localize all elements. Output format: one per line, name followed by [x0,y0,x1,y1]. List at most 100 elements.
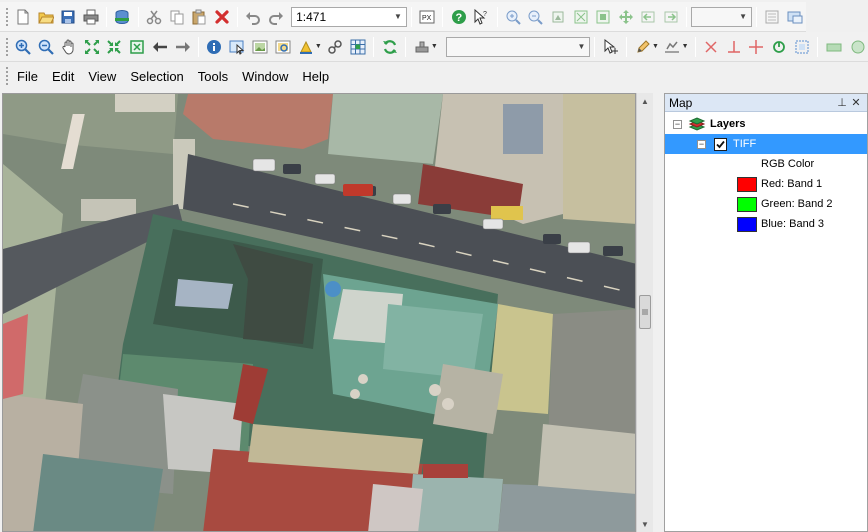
zoom-in-icon[interactable] [12,36,34,58]
panel-title: Map [669,95,693,110]
sketch-icon[interactable] [661,36,683,58]
crosshair-icon[interactable] [746,36,768,58]
copy-icon[interactable] [166,6,188,28]
map-vertical-scrollbar[interactable]: ▲ ▼ [636,93,653,532]
identify-icon[interactable] [204,36,226,58]
full-extent-icon[interactable] [81,36,103,58]
cut-icon[interactable] [143,6,165,28]
rotate-icon[interactable] [768,36,790,58]
band-row-red[interactable]: Red: Band 1 [665,174,867,194]
menu-window[interactable]: Window [235,69,295,84]
menu-selection[interactable]: Selection [123,69,190,84]
scroll-thumb[interactable] [639,295,651,329]
sketch-dropdown-chevron-icon[interactable]: ▼ [682,43,689,50]
link-icon[interactable] [324,36,346,58]
zoom-window-icon[interactable] [126,36,148,58]
fill-icon[interactable] [295,36,317,58]
close-icon[interactable]: ✕ [849,96,863,109]
save-icon[interactable] [58,6,80,28]
pin-icon[interactable]: ⊥ [835,96,849,109]
print-icon[interactable] [80,6,102,28]
zoom-selected-icon[interactable] [592,6,614,28]
band-label: Green: Band 2 [761,198,833,210]
separator [817,36,819,57]
select-features-icon[interactable] [226,36,248,58]
scroll-down-icon[interactable]: ▼ [637,516,653,532]
zoom-full-icon[interactable] [570,6,592,28]
forward-arrow-icon[interactable] [172,36,194,58]
previous-extent-icon[interactable] [637,6,659,28]
band-row-green[interactable]: Green: Band 2 [665,194,867,214]
menu-file[interactable]: File [10,69,45,84]
toolbar-grip[interactable] [5,36,9,57]
zoom-in-fixed-icon[interactable] [502,6,524,28]
layer-row-tiff[interactable]: − TIFF [665,134,867,154]
grid-icon[interactable] [347,36,369,58]
collapse-icon[interactable]: − [673,119,682,129]
undo-icon[interactable] [242,6,264,28]
zoom-out-fixed-icon[interactable] [525,6,547,28]
display-combobox[interactable]: ▼ [691,6,753,27]
stamp-icon[interactable] [411,36,433,58]
menu-view[interactable]: View [81,69,123,84]
separator [106,6,108,27]
overview-icon[interactable] [784,6,806,28]
chevron-down-icon[interactable]: ▼ [739,12,747,21]
target-layer-combobox[interactable]: ▼ [445,36,591,57]
zoom-extent-icon[interactable] [104,36,126,58]
layer-icon[interactable] [823,36,845,58]
aerial-image [3,94,635,531]
pan-center-icon[interactable] [615,6,637,28]
layer-name: TIFF [733,138,757,150]
separator [686,6,688,27]
pencil-dropdown-chevron-icon[interactable]: ▼ [652,43,659,50]
image-icon[interactable] [249,36,271,58]
extent-box-icon[interactable] [791,36,813,58]
chevron-down-icon[interactable]: ▼ [577,42,585,51]
toolbar-grip[interactable] [5,6,9,27]
help-icon[interactable]: ? [448,6,470,28]
tree-root-layers[interactable]: − Layers [665,114,867,134]
map-canvas[interactable] [2,93,636,532]
display-icon[interactable] [762,6,784,28]
scale-combobox[interactable]: 1:471 ▼ [291,6,407,27]
stamp-dropdown-chevron-icon[interactable]: ▼ [431,43,438,50]
pan-hand-icon[interactable] [58,36,80,58]
separator [594,36,596,57]
paste-icon[interactable] [188,6,210,28]
open-folder-icon[interactable] [35,6,57,28]
layer-visibility-checkbox[interactable] [714,137,727,151]
vertex-edit-icon[interactable] [600,36,622,58]
band-row-blue[interactable]: Blue: Band 3 [665,214,867,234]
cross-icon[interactable] [700,36,722,58]
new-file-icon[interactable] [12,6,34,28]
refresh-icon[interactable] [379,36,401,58]
menu-edit[interactable]: Edit [45,69,81,84]
chevron-down-icon[interactable]: ▼ [394,12,402,21]
separator [236,6,238,27]
scroll-up-icon[interactable]: ▲ [637,93,653,109]
green-band-swatch[interactable] [737,196,757,212]
redo-icon[interactable] [265,6,287,28]
fill-dropdown-chevron-icon[interactable]: ▼ [315,43,322,50]
red-band-swatch[interactable] [737,176,757,192]
separator [137,6,139,27]
image-select-icon[interactable] [272,36,294,58]
zoom-layer-icon[interactable] [547,6,569,28]
back-arrow-icon[interactable] [149,36,171,58]
delete-icon[interactable] [211,6,233,28]
pencil-icon[interactable] [632,36,654,58]
menu-tools[interactable]: Tools [191,69,235,84]
blue-band-swatch[interactable] [737,216,757,232]
zoom-out-icon[interactable] [35,36,57,58]
perpendicular-icon[interactable] [723,36,745,58]
menubar-grip[interactable] [5,66,9,86]
whats-this-icon[interactable]: ? [471,6,493,28]
pixel-icon[interactable]: PX [416,6,438,28]
collapse-icon[interactable]: − [697,139,706,149]
separator [694,36,696,57]
menu-help[interactable]: Help [295,69,336,84]
database-icon[interactable] [112,6,134,28]
toggle-icon[interactable] [846,36,868,58]
next-extent-icon[interactable] [660,6,682,28]
